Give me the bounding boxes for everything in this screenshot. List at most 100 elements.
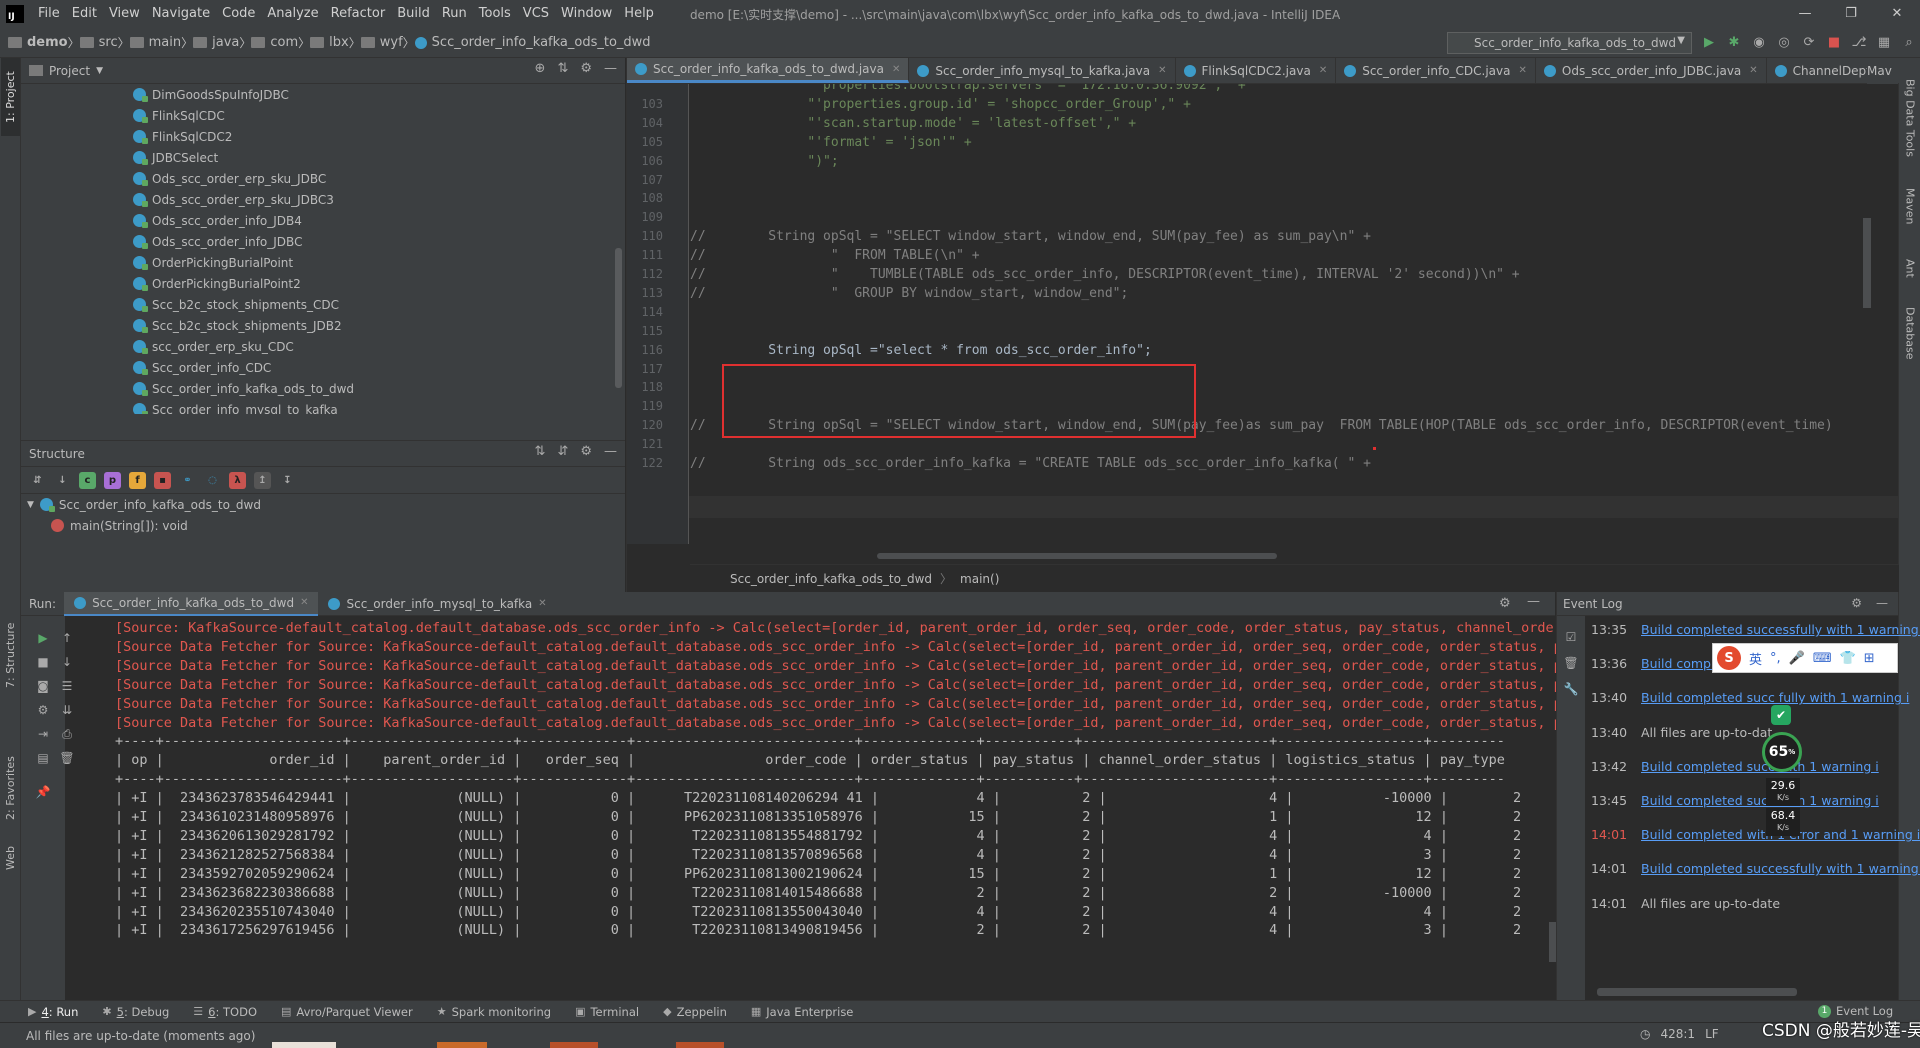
collapse-icon[interactable]: ⇅ <box>557 61 568 76</box>
line-separator[interactable]: LF <box>1705 1027 1719 1041</box>
event-entry[interactable]: 14:01 Build completed successfully with 1… <box>1591 861 1920 876</box>
stop-icon[interactable]: ■ <box>35 654 51 670</box>
event-link[interactable]: Build completed succ fully with 1 warnin… <box>1641 690 1909 705</box>
cursor-position[interactable]: 428:1 <box>1660 1027 1695 1041</box>
editor-breadcrumb-class[interactable]: Scc_order_info_kafka_ods_to_dwd <box>730 572 932 586</box>
menu-item-navigate[interactable]: Navigate <box>146 0 216 28</box>
camera-icon[interactable]: ◙ <box>35 678 51 694</box>
chevron-down-icon[interactable]: ▼ <box>96 66 103 76</box>
close-icon[interactable]: ✕ <box>892 64 900 75</box>
sort-alpha-icon[interactable]: ↓ <box>54 472 71 489</box>
run-tab[interactable]: Scc_order_info_mysql_to_kafka ✕ <box>318 592 556 616</box>
project-tree-item[interactable]: FlinkSqlCDC2 <box>21 126 625 147</box>
run-tab[interactable]: Scc_order_info_kafka_ods_to_dwd ✕ <box>64 591 319 616</box>
editor-breadcrumb-method[interactable]: main() <box>960 572 999 586</box>
show-lambdas-icon[interactable]: ⚭ <box>179 472 196 489</box>
project-tree-item[interactable]: Ods_scc_order_erp_sku_JDBC <box>21 168 625 189</box>
editor-tab[interactable]: Scc_order_info_kafka_ods_to_dwd.java ✕ <box>627 58 910 83</box>
project-tree-item[interactable]: Scc_order_info_kafka_ods_to_dwd <box>21 378 625 399</box>
scroll-down-icon[interactable]: ↓ <box>59 654 75 670</box>
menu-item-code[interactable]: Code <box>216 0 261 28</box>
menu-item-window[interactable]: Window <box>555 0 618 28</box>
event-entry[interactable]: 13:35 Build completed successfully with 1… <box>1591 622 1920 637</box>
breadcrumb-item[interactable]: java <box>193 35 239 50</box>
debug-icon[interactable]: ✱ <box>1725 33 1743 51</box>
bottom-tool-avro-parquet-viewer[interactable]: ▤ Avro/Parquet Viewer <box>281 1005 413 1019</box>
project-tree-item[interactable]: Scc_order_info_mysql_to_kafka <box>21 399 625 414</box>
show-properties-icon[interactable]: p <box>104 471 121 489</box>
tool-tab-structure[interactable]: 7: Structure <box>1 606 20 704</box>
event-entry[interactable]: 14:01 All files are up-to-date <box>1591 896 1780 911</box>
breadcrumb-item[interactable]: src <box>79 35 118 50</box>
event-link[interactable]: Build completed successfully with 1 warn… <box>1641 622 1920 637</box>
profile-icon[interactable]: ◎ <box>1775 33 1793 51</box>
breadcrumb-item[interactable]: com <box>251 35 298 50</box>
settings-icon[interactable]: ⚙ <box>35 702 51 718</box>
menu-item-run[interactable]: Run <box>436 0 473 28</box>
restore-icon[interactable]: ❐ <box>1828 0 1874 28</box>
project-tree-item[interactable]: Ods_scc_order_info_JDB4 <box>21 210 625 231</box>
autoscroll-from-icon[interactable]: ↧ <box>279 472 296 489</box>
autoscroll-to-icon[interactable]: ↥ <box>254 471 271 489</box>
bottom-tool-zeppelin[interactable]: ◆ Zeppelin <box>663 1005 727 1019</box>
menu-item-build[interactable]: Build <box>391 0 436 28</box>
rerun-icon[interactable]: ▶ <box>35 630 51 646</box>
console-output[interactable]: [Source: KafkaSource-default_catalog.def… <box>93 616 1578 1014</box>
tool-tab-maven[interactable]: Maven <box>1901 176 1919 236</box>
project-tree-item[interactable]: Ods_scc_order_info_JDBC <box>21 231 625 252</box>
project-tree-item[interactable]: Scc_order_info_CDC <box>21 357 625 378</box>
run-icon[interactable]: ▶ <box>1700 33 1718 51</box>
event-entry[interactable]: 13:40 Build completed succ fully with 1 w… <box>1591 690 1909 705</box>
close-icon[interactable]: ✕ <box>538 598 546 609</box>
gear-icon[interactable]: ⚙ <box>580 444 592 459</box>
project-tree-item[interactable]: Scc_b2c_stock_shipments_CDC <box>21 294 625 315</box>
collapse-icon[interactable]: ⇵ <box>557 444 568 459</box>
tool-tab-big-data-tools[interactable]: Big Data Tools <box>1901 68 1919 168</box>
event-entry[interactable]: 13:36 Build comple <box>1591 656 1722 671</box>
show-inherited-icon[interactable]: c <box>79 471 96 489</box>
hide-icon[interactable]: — <box>604 444 617 459</box>
breadcrumb-item[interactable]: Scc_order_info_kafka_ods_to_dwd <box>414 35 651 50</box>
breadcrumb-item[interactable]: lbx <box>310 35 349 50</box>
menu-item-view[interactable]: View <box>103 0 146 28</box>
close-icon[interactable]: ✕ <box>1518 65 1526 76</box>
editor-tab[interactable]: Scc_order_info_mysql_to_kafka.java ✕ <box>909 58 1176 83</box>
hide-icon[interactable]: — <box>604 61 617 76</box>
more-tabs-label[interactable]: Mav <box>1867 58 1898 84</box>
trash-icon[interactable]: 🗑 <box>1563 656 1579 672</box>
close-icon[interactable]: ✕ <box>1319 65 1327 76</box>
event-link[interactable]: Build comple <box>1641 656 1722 671</box>
project-tree-item[interactable]: FlinkSqlCDC <box>21 105 625 126</box>
close-icon[interactable]: ✕ <box>1874 0 1920 28</box>
menu-item-file[interactable]: File <box>32 0 66 28</box>
scroll-up-icon[interactable]: ↑ <box>59 630 75 646</box>
tool-tab-project[interactable]: 1: Project <box>1 58 20 136</box>
breadcrumb-item[interactable]: main <box>129 35 181 50</box>
ime-toolbar[interactable]: S 英 °, 🎤 ⌨ 👕 ⊞ <box>1712 643 1898 673</box>
soft-wrap-icon[interactable]: ☰ <box>59 678 75 694</box>
coverage-icon[interactable]: ◉ <box>1750 33 1768 51</box>
editor-tab[interactable]: Ods_scc_order_info_JDBC.java ✕ <box>1536 58 1767 83</box>
menu-item-edit[interactable]: Edit <box>66 0 103 28</box>
tool-tab-database[interactable]: Database <box>1901 298 1919 368</box>
gear-icon[interactable]: ⚙ <box>1851 596 1862 610</box>
project-tree-item[interactable]: JDBCSelect <box>21 147 625 168</box>
project-scrollbar[interactable] <box>615 248 622 388</box>
sort-visibility-icon[interactable]: ⇵ <box>29 472 46 489</box>
event-entry[interactable]: 13:45 Build completed succ with 1 warning… <box>1591 793 1879 808</box>
project-structure-icon[interactable]: ▦ <box>1875 33 1893 51</box>
vcs-icon[interactable]: ⎇ <box>1850 33 1868 51</box>
breadcrumb-item[interactable]: demo <box>8 35 68 50</box>
mark-read-icon[interactable]: ☑ <box>1563 630 1579 646</box>
scroll-to-end-icon[interactable]: ⇊ <box>59 702 75 718</box>
tool-tab-favorites[interactable]: 2: Favorites <box>1 748 20 828</box>
print-icon[interactable]: ⎙ <box>59 726 75 742</box>
breadcrumb-item[interactable]: wyf <box>360 35 403 50</box>
hide-icon[interactable]: — <box>1527 594 1540 609</box>
gear-icon[interactable]: ⚙ <box>580 61 592 76</box>
event-entry[interactable]: 14:01Build completed with 1 error and 1 … <box>1591 827 1920 842</box>
project-tree-item[interactable]: OrderPickingBurialPoint <box>21 252 625 273</box>
trash-icon[interactable]: 🗑 <box>59 750 75 766</box>
event-link[interactable]: Build completed successfully with 1 warn… <box>1641 861 1920 876</box>
pin-icon[interactable]: 📌 <box>35 784 51 800</box>
